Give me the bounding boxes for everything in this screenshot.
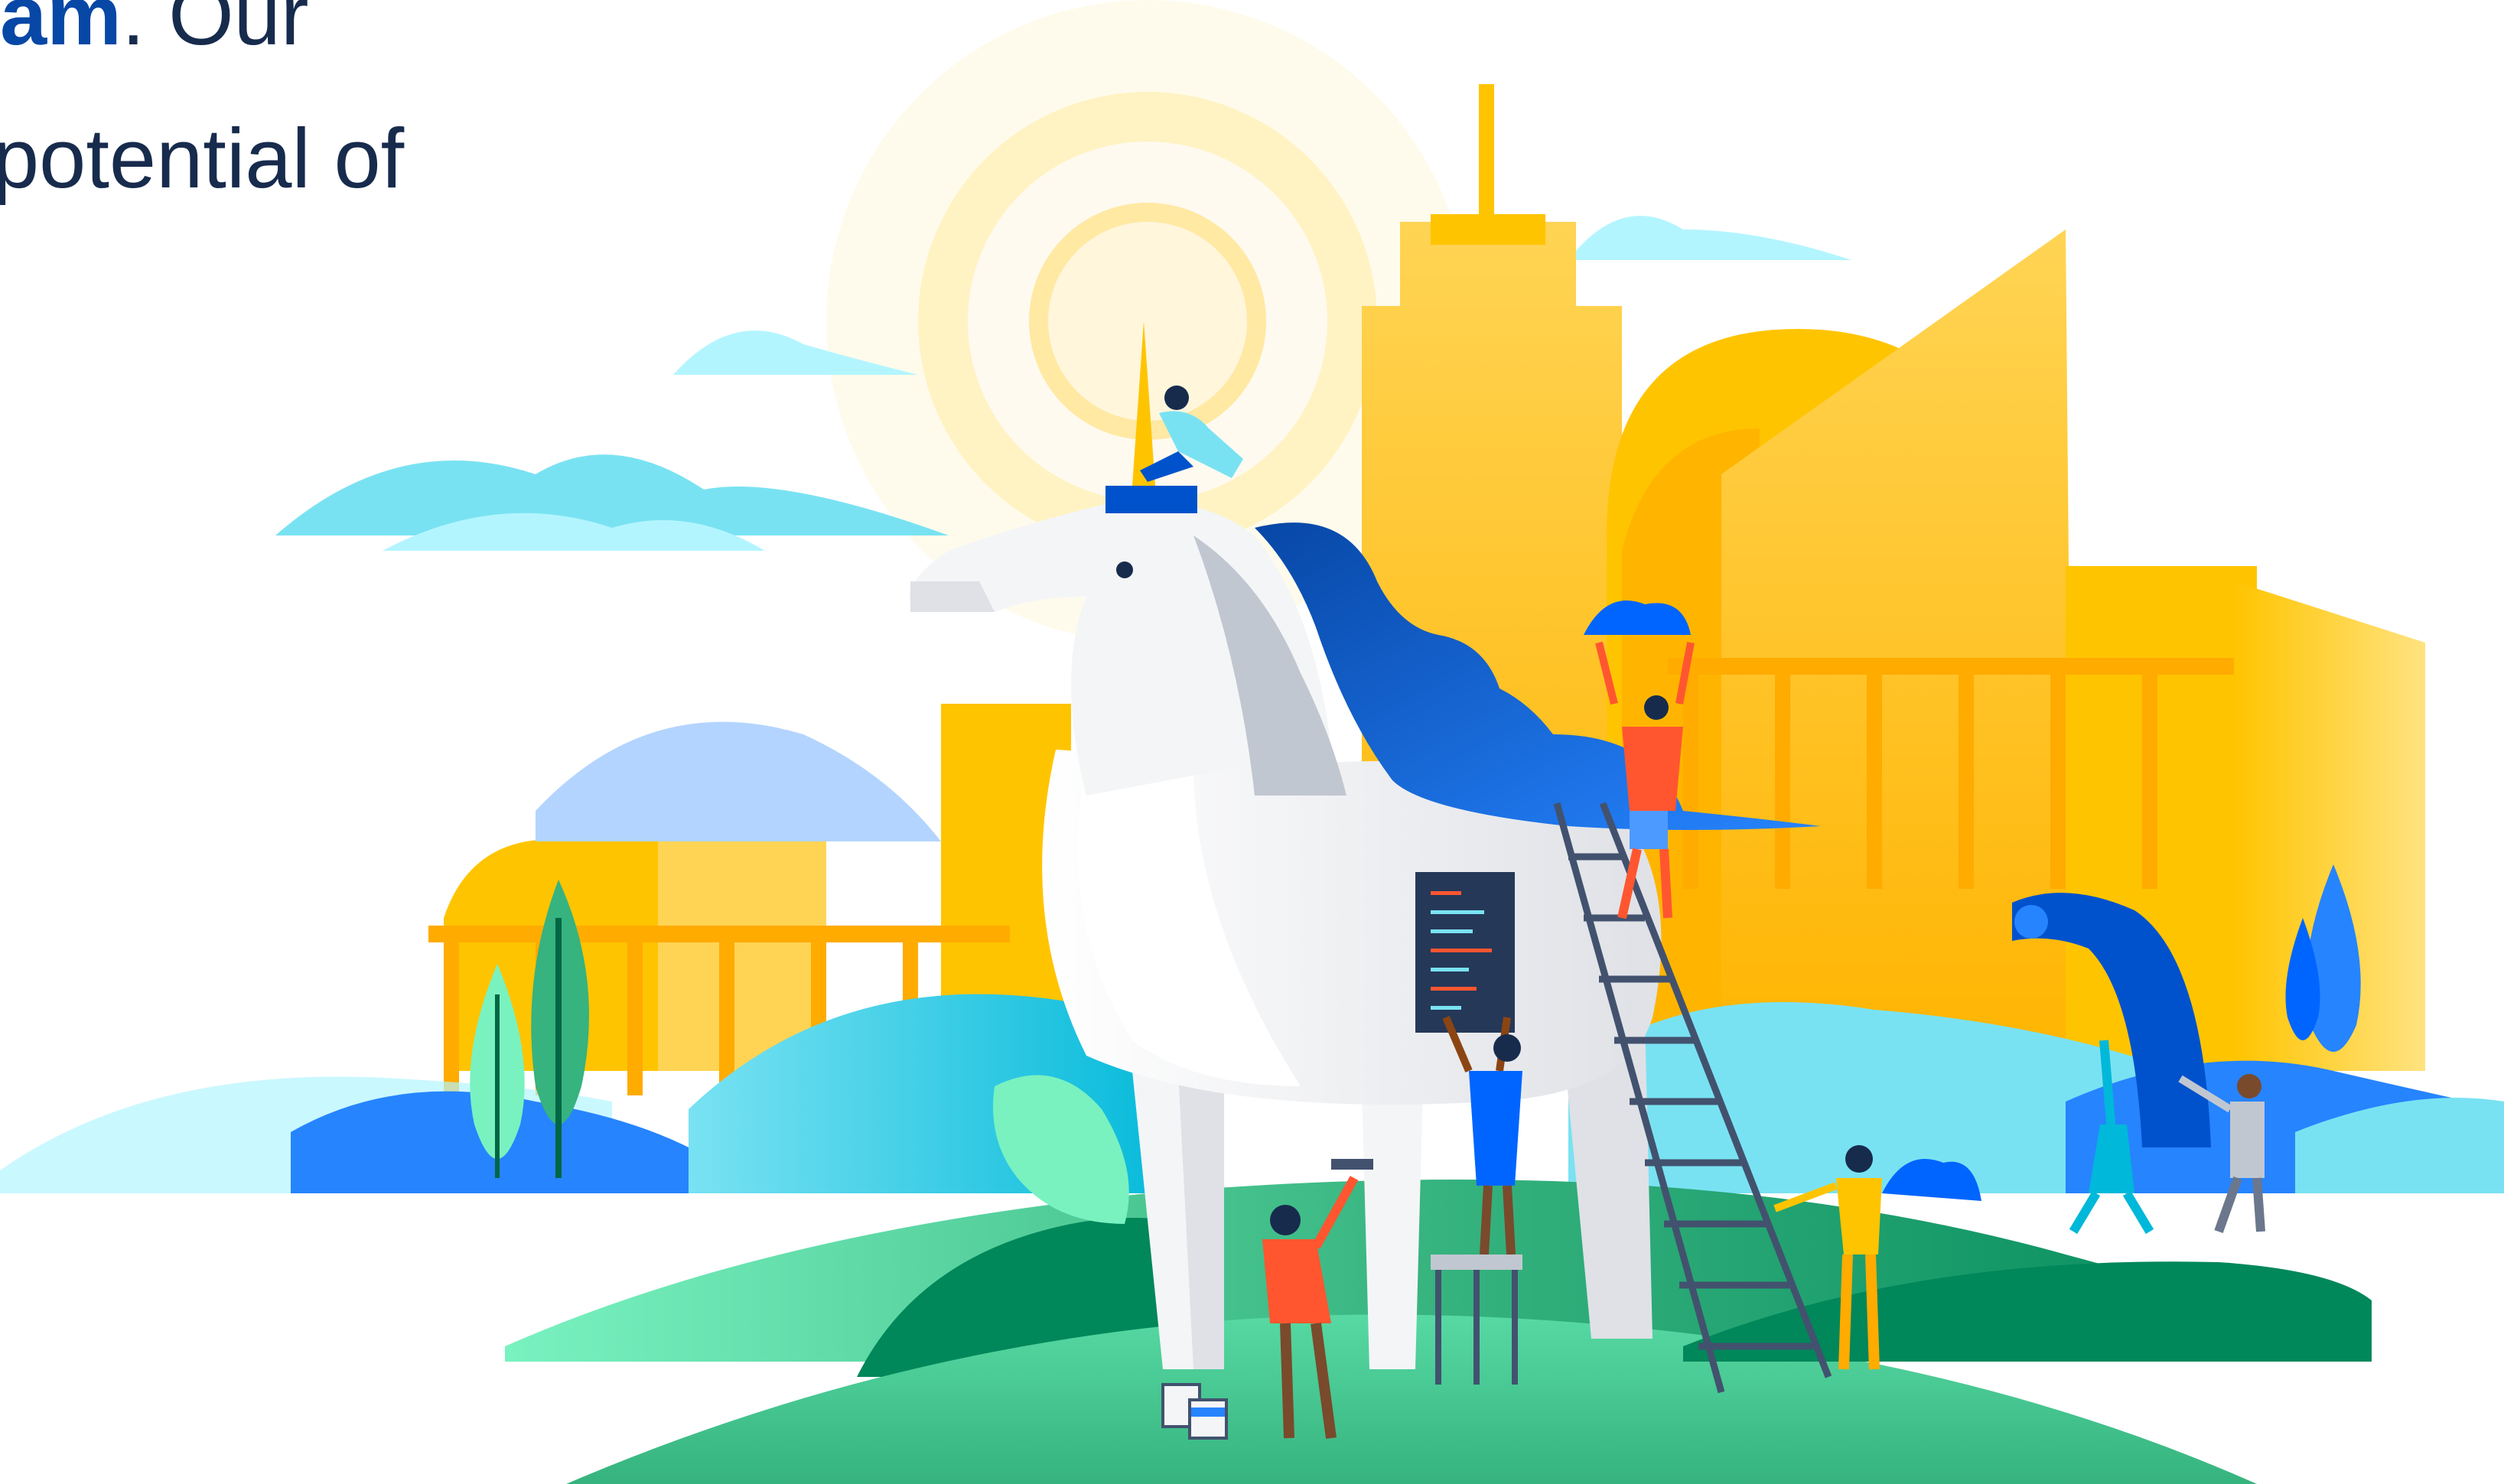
hero-illustration bbox=[0, 0, 2504, 1484]
code-board bbox=[1415, 872, 1515, 1033]
